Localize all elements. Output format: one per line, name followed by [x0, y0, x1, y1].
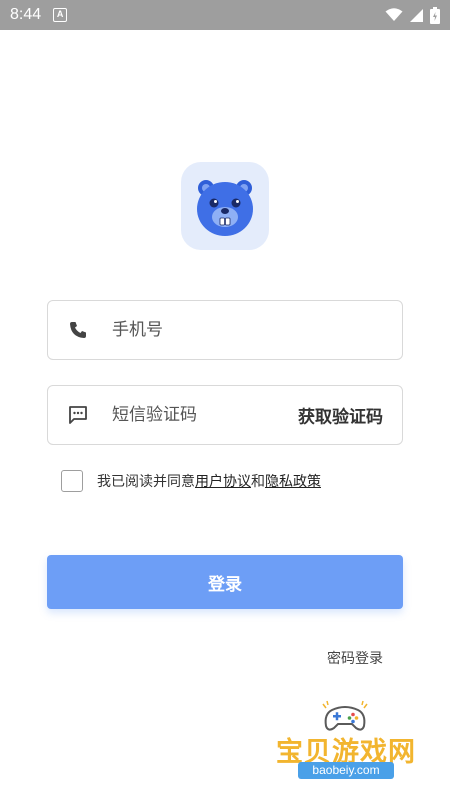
agreement-checkbox[interactable] — [61, 470, 83, 492]
a-letter-icon: A — [53, 8, 68, 22]
beaver-mascot-icon — [197, 180, 253, 236]
status-time: 8:44 — [10, 6, 42, 23]
password-login-link[interactable]: 密码登录 — [327, 648, 383, 668]
sms-code-field[interactable]: 获取验证码 — [47, 385, 403, 445]
battery-icon — [430, 6, 440, 24]
privacy-policy-link[interactable]: 隐私政策 — [265, 471, 321, 491]
phone-field[interactable] — [47, 300, 403, 360]
phone-input[interactable] — [112, 301, 312, 359]
get-code-button[interactable]: 获取验证码 — [298, 403, 383, 428]
user-agreement-link[interactable]: 用户协议 — [195, 471, 251, 491]
status-bar: 8:44 A — [0, 0, 450, 30]
login-button[interactable]: 登录 — [47, 555, 403, 609]
app-logo — [181, 162, 269, 250]
agreement-prefix: 我已阅读并同意 — [97, 474, 195, 490]
status-right — [385, 6, 440, 24]
message-icon — [69, 406, 87, 424]
phone-icon — [70, 322, 86, 338]
wifi-icon — [385, 8, 403, 21]
sms-code-input[interactable] — [112, 386, 312, 444]
agreement-row: 我已阅读并同意 用户协议 和 隐私政策 — [61, 469, 321, 493]
watermark-url: baobeiy.com — [298, 762, 394, 779]
agreement-conjunction: 和 — [251, 474, 265, 490]
status-left: 8:44 A — [10, 6, 68, 24]
watermark: 宝贝游戏网 baobeiy.com — [270, 700, 420, 790]
signal-icon — [410, 8, 423, 22]
